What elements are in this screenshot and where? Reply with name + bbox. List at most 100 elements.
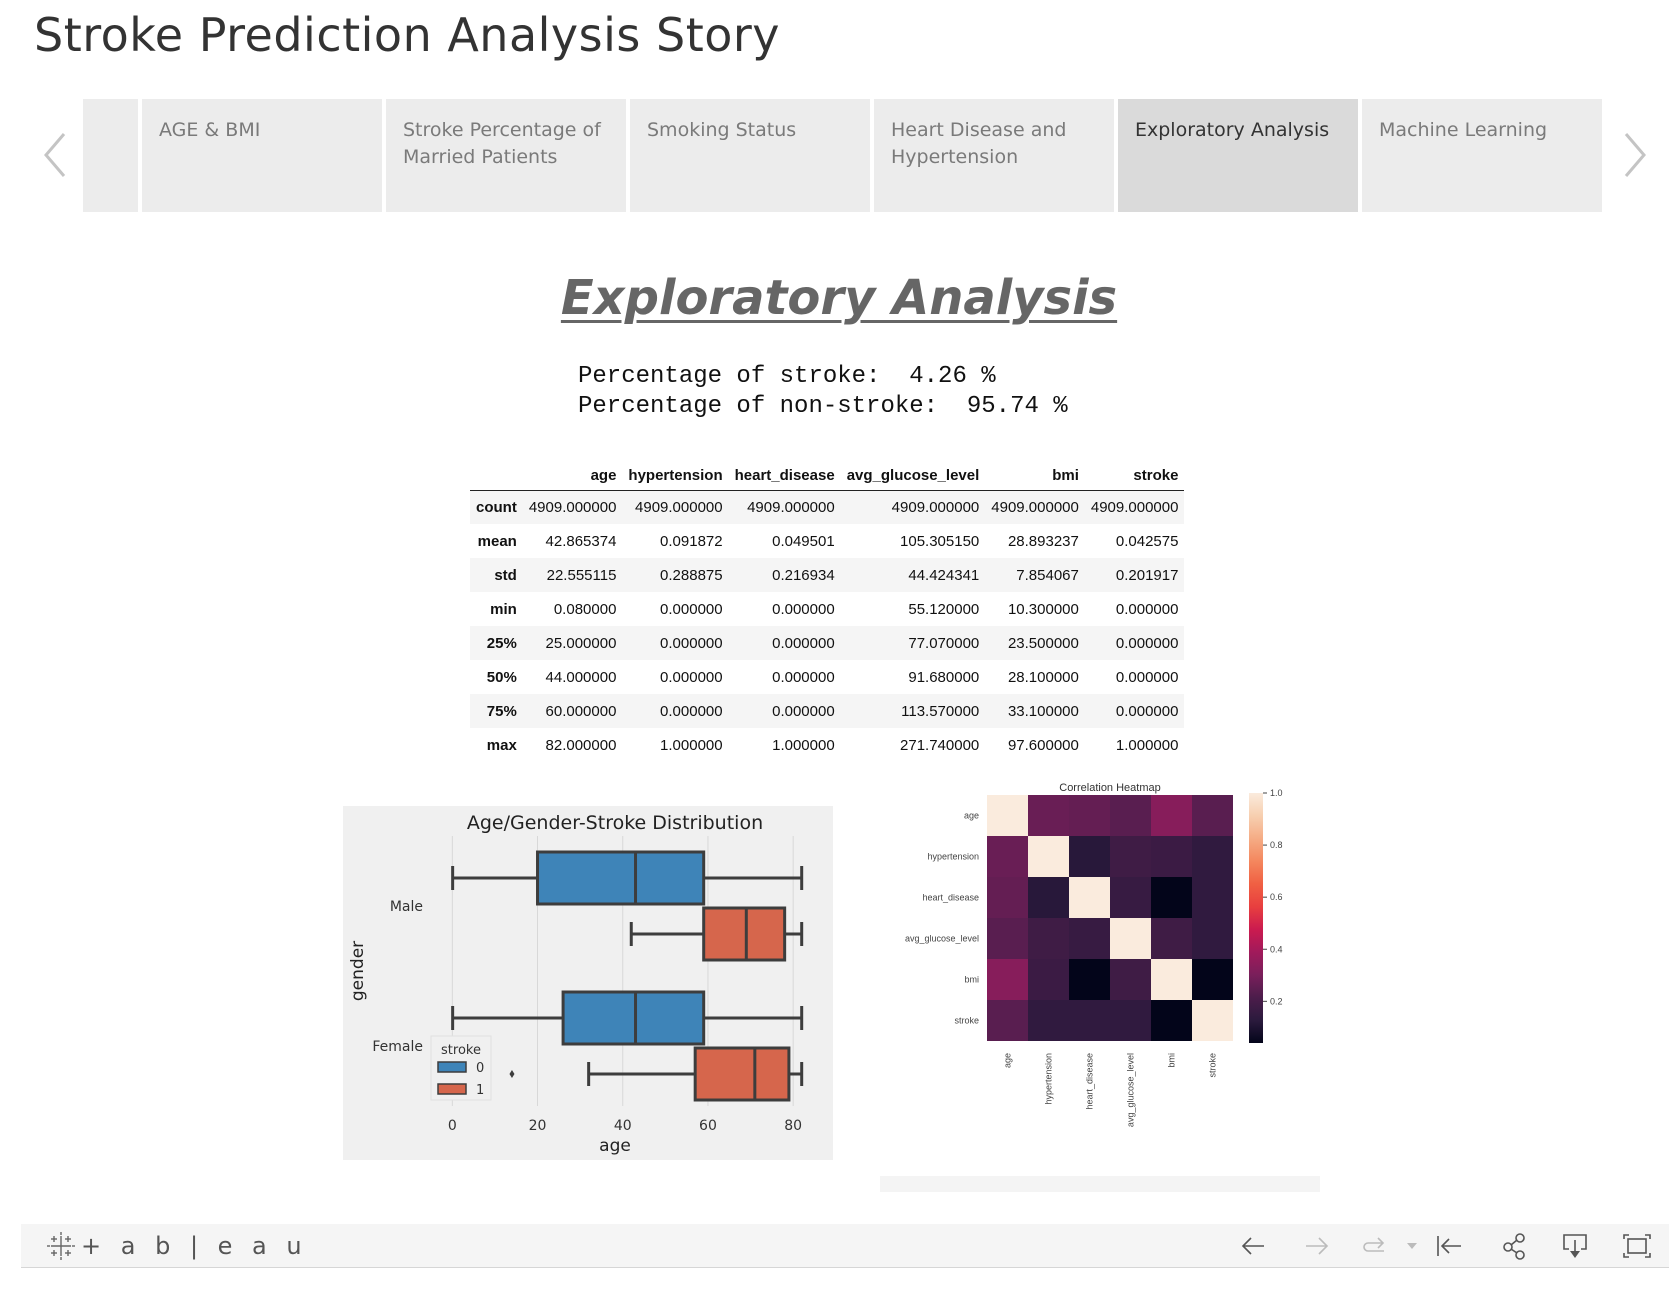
revert-icon xyxy=(1363,1237,1385,1252)
table-cell: 0.000000 xyxy=(660,702,723,720)
heatmap-cell xyxy=(987,1000,1028,1041)
download-icon xyxy=(1563,1234,1587,1258)
x-tick-label: avg_glucose_level xyxy=(1126,1053,1136,1127)
table-cell: 4909.000000 xyxy=(528,498,617,516)
table-cell: 1.000000 xyxy=(660,736,723,754)
heatmap-cell xyxy=(1151,959,1192,1000)
table-row: mean 42.865374 0.091872 0.049501 105.305150 2… xyxy=(470,524,1185,558)
caret-down-icon xyxy=(1407,1243,1417,1249)
heatmap-cell xyxy=(1069,959,1110,1000)
table-cell: 42.865374 xyxy=(545,532,617,550)
table-cell: 0.000000 xyxy=(772,668,835,686)
table-row: 50% 44.000000 0.000000 0.000000 91.680000 28.… xyxy=(470,660,1185,694)
revert-button[interactable] xyxy=(1357,1230,1393,1262)
legend-label: 0 xyxy=(476,1061,484,1076)
table-cell: 113.570000 xyxy=(901,702,980,720)
table-row: min 0.080000 0.000000 0.000000 55.120000 10.3… xyxy=(470,592,1185,626)
heatmap-cell xyxy=(1028,918,1069,959)
legend-title: stroke xyxy=(441,1043,481,1058)
age-gender-stroke-boxplot: 0 20 40 60 80 Age/Gender-Stroke Distribution a… xyxy=(343,806,833,1160)
next-story-point-button[interactable] xyxy=(1620,130,1650,180)
tab-previous-hidden[interactable] xyxy=(83,99,138,212)
heatmap-cell xyxy=(1028,959,1069,1000)
heatmap-cell xyxy=(1151,836,1192,877)
column-header: heart_disease xyxy=(728,458,841,491)
heatmap-cell xyxy=(987,836,1028,877)
heatmap-cell xyxy=(1192,959,1233,1000)
tab-smoking-status[interactable]: Smoking Status xyxy=(630,99,870,212)
heatmap-cell xyxy=(1110,918,1151,959)
table-cell: 0.000000 xyxy=(1115,600,1179,618)
heatmap-cell xyxy=(1192,918,1233,959)
tab-stroke-married[interactable]: Stroke Percentage of Married Patients xyxy=(386,99,626,212)
table-cell: 60.000000 xyxy=(545,702,617,720)
table-cell: 0.080000 xyxy=(553,600,617,618)
legend-swatch xyxy=(437,1083,467,1095)
story-point-tabs: AGE & BMI Stroke Percentage of Married P… xyxy=(83,99,1602,212)
x-tick-label: hypertension xyxy=(1044,1053,1054,1105)
y-axis-label: gender xyxy=(348,941,368,1001)
boxplot-svg: 0 20 40 60 80 Age/Gender-Stroke Distribution a… xyxy=(343,806,833,1160)
redo-button[interactable] xyxy=(1299,1230,1335,1262)
table-cell: 0.000000 xyxy=(660,600,723,618)
heatmap-cell xyxy=(1192,1000,1233,1041)
table-cell: 0.216934 xyxy=(772,566,835,584)
row-label: max xyxy=(486,736,517,754)
column-header: hypertension xyxy=(622,458,729,491)
heatmap-cell xyxy=(1028,877,1069,918)
row-label: count xyxy=(476,498,517,516)
row-label: std xyxy=(494,566,517,584)
heatmap-cell xyxy=(987,959,1028,1000)
share-button[interactable] xyxy=(1497,1230,1533,1262)
table-row: std 22.555115 0.288875 0.216934 44.424341 7.8… xyxy=(470,558,1185,592)
x-tick-label: 0 xyxy=(448,1118,457,1134)
table-row: 75% 60.000000 0.000000 0.000000 113.570000 33… xyxy=(470,694,1185,728)
legend: stroke 0 1 xyxy=(430,1035,492,1101)
chevron-left-icon xyxy=(44,133,66,177)
arrow-right-icon xyxy=(1306,1237,1329,1255)
fullscreen-button[interactable] xyxy=(1619,1230,1655,1262)
table-cell: 0.000000 xyxy=(1115,668,1179,686)
revert-dropdown-button[interactable] xyxy=(1401,1230,1423,1262)
table-cell: 0.000000 xyxy=(772,600,835,618)
table-cell: 0.000000 xyxy=(660,634,723,652)
y-tick-label: avg_glucose_level xyxy=(905,934,979,944)
heatmap-bottom-band xyxy=(880,1176,1320,1192)
column-header: bmi xyxy=(985,458,1085,491)
table-cell: 4909.000000 xyxy=(635,498,723,516)
tab-machine-learning[interactable]: Machine Learning xyxy=(1362,99,1602,212)
table-row: 25% 25.000000 0.000000 0.000000 77.070000 23.… xyxy=(470,626,1185,660)
heatmap-cell xyxy=(1069,836,1110,877)
revert-to-start-button[interactable] xyxy=(1431,1230,1467,1262)
tab-exploratory-analysis[interactable]: Exploratory Analysis xyxy=(1118,99,1358,212)
page-heading-container: Exploratory Analysis xyxy=(0,270,1678,326)
previous-story-point-button[interactable] xyxy=(40,130,70,180)
heatmap-cell xyxy=(987,918,1028,959)
box-iqr xyxy=(693,1046,791,1102)
box-iqr xyxy=(702,906,787,962)
y-tick-label: Female xyxy=(372,1039,423,1055)
heatmap-cell xyxy=(1110,877,1151,918)
colorbar xyxy=(1249,793,1263,1043)
x-axis-label: age xyxy=(599,1136,631,1156)
table-row: max 82.000000 1.000000 1.000000 271.740000 97… xyxy=(470,728,1185,762)
legend-label: 1 xyxy=(476,1083,484,1098)
heatmap-cell xyxy=(1069,1000,1110,1041)
tableau-toolbar: + a b | e a u xyxy=(21,1224,1669,1268)
heatmap-cell xyxy=(1110,836,1151,877)
undo-button[interactable] xyxy=(1235,1230,1271,1262)
story-title: Stroke Prediction Analysis Story xyxy=(34,8,781,62)
table-cell: 0.000000 xyxy=(660,668,723,686)
table-cell: 23.500000 xyxy=(1007,634,1079,652)
table-cell: 28.893237 xyxy=(1007,532,1079,550)
x-tick-label: 40 xyxy=(614,1118,632,1134)
heatmap-svg: Correlation Heatmap age hypertension heart_… xyxy=(880,780,1320,1192)
y-tick-label: heart_disease xyxy=(922,893,979,903)
stroke-percentage: Percentage of stroke: 4.26 % xyxy=(578,363,996,390)
tab-heart-disease-hypertension[interactable]: Heart Disease and Hypertension xyxy=(874,99,1114,212)
tab-age-bmi[interactable]: AGE & BMI xyxy=(142,99,382,212)
download-button[interactable] xyxy=(1557,1230,1593,1262)
table-row: count 4909.000000 4909.000000 4909.000000 49… xyxy=(470,490,1185,524)
arrow-left-icon xyxy=(1241,1237,1264,1255)
table-cell: 25.000000 xyxy=(545,634,617,652)
